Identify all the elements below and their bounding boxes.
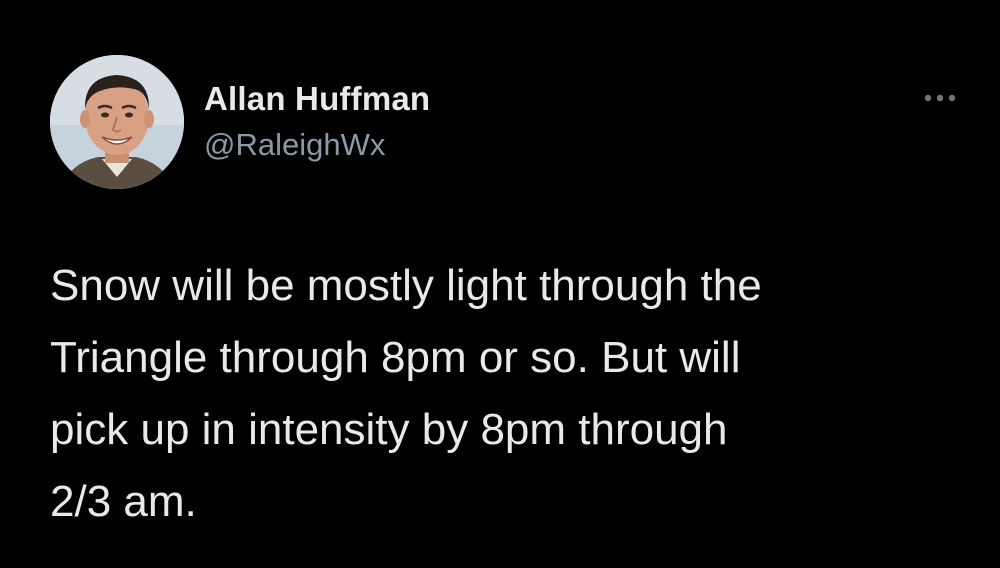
tweet-text-line: Triangle through 8pm or so. But will [50,333,741,382]
tweet-text: Snow will be mostly light through the Tr… [50,250,970,538]
author-info: Allan Huffman @RaleighWx [204,80,430,163]
user-handle[interactable]: @RaleighWx [204,127,430,163]
tweet-text-line: Snow will be mostly light through the [50,261,762,310]
more-options-button[interactable] [914,80,966,116]
avatar[interactable] [50,55,184,189]
tweet-text-line: pick up in intensity by 8pm through [50,405,728,454]
avatar-photo [50,55,184,189]
display-name[interactable]: Allan Huffman [204,80,430,118]
tweet-text-line: 2/3 am. [50,477,197,526]
tweet-card: Allan Huffman @RaleighWx Snow will be mo… [0,0,1000,568]
ellipsis-horizontal-icon [924,94,956,102]
